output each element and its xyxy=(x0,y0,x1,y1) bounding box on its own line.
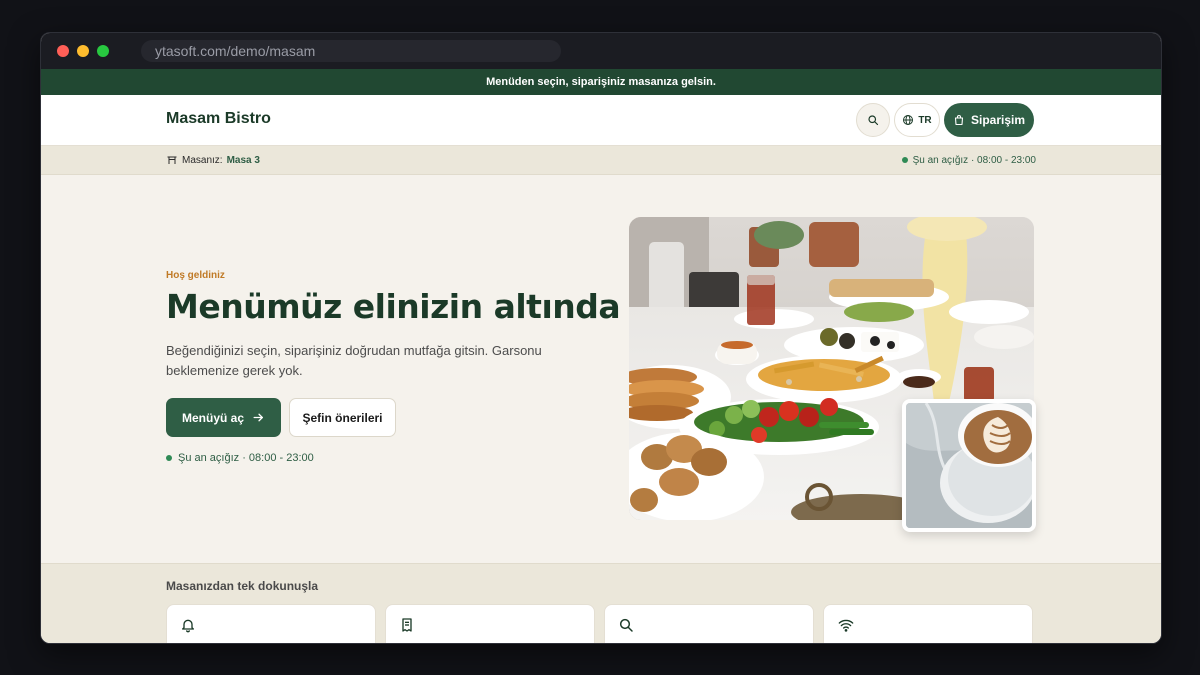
opening-hours: Şu an açığız · 08:00 - 23:00 xyxy=(901,146,1036,174)
wifi-card[interactable] xyxy=(823,604,1033,643)
language-button[interactable]: TR xyxy=(894,103,940,137)
hero-subtitle: Beğendiğinizi seçin, siparişiniz doğruda… xyxy=(166,343,542,378)
maximize-window-button[interactable] xyxy=(97,45,109,57)
open-status-dot xyxy=(901,157,908,163)
search-icon xyxy=(868,115,879,126)
open-menu-label: Menüyü aç xyxy=(181,410,244,425)
arrow-right-icon xyxy=(253,413,263,422)
hero-open-status: Şu an açığız · 08:00 - 23:00 xyxy=(166,452,314,464)
my-order-button[interactable]: Siparişim xyxy=(944,103,1034,137)
call-waiter-card[interactable] xyxy=(166,604,376,643)
hero-section: Hoş geldiniz Menümüz elinizin altında Be… xyxy=(41,175,1161,565)
receipt-icon xyxy=(402,618,412,632)
my-order-label: Siparişim xyxy=(970,113,1026,127)
site-header: Masam Bistro TR Siparişim xyxy=(41,95,1161,146)
search-icon xyxy=(619,618,633,632)
hero-title: Menümüz elinizin altında xyxy=(166,287,621,326)
shopping-bag-icon xyxy=(954,115,964,126)
globe-icon xyxy=(903,115,914,125)
welcome-eyebrow: Hoş geldiniz xyxy=(166,270,225,281)
table-info: Masanız: Masa 3 xyxy=(166,146,260,174)
quick-actions-title: Masanızdan tek dokunuşla xyxy=(166,579,319,593)
wifi-icon xyxy=(838,619,854,632)
address-bar[interactable]: ytasoft.com/demo/masam xyxy=(141,40,561,62)
chef-recommendations-button[interactable]: Şefin önerileri xyxy=(289,398,396,437)
search-menu-card[interactable] xyxy=(604,604,814,643)
browser-chrome: ytasoft.com/demo/masam xyxy=(41,33,1161,69)
minimize-window-button[interactable] xyxy=(77,45,89,57)
table-label: Masanız: xyxy=(182,154,223,166)
request-bill-card[interactable] xyxy=(385,604,595,643)
latte-photo-illustration xyxy=(906,403,1032,528)
browser-window: ytasoft.com/demo/masam Menüden seçin, si… xyxy=(40,32,1162,644)
search-button[interactable] xyxy=(856,103,890,137)
table-info-bar: Masanız: Masa 3 Şu an açığız · 08:00 - 2… xyxy=(41,146,1161,175)
language-label: TR xyxy=(918,114,932,126)
close-window-button[interactable] xyxy=(57,45,69,57)
hero-open-status-text: Şu an açığız · 08:00 - 23:00 xyxy=(178,452,314,464)
open-status-dot xyxy=(166,455,172,461)
bell-icon xyxy=(182,619,194,633)
table-icon xyxy=(167,156,177,164)
brand-logo[interactable]: Masam Bistro xyxy=(166,110,271,128)
opening-hours-text: Şu an açığız · 08:00 - 23:00 xyxy=(912,154,1036,166)
announcement-bar: Menüden seçin, siparişiniz masanıza gels… xyxy=(41,69,1161,95)
latte-photo xyxy=(902,399,1036,532)
table-number: Masa 3 xyxy=(226,154,260,166)
open-menu-button[interactable]: Menüyü aç xyxy=(166,398,281,437)
quick-actions-section: Masanızdan tek dokunuşla xyxy=(41,563,1161,643)
